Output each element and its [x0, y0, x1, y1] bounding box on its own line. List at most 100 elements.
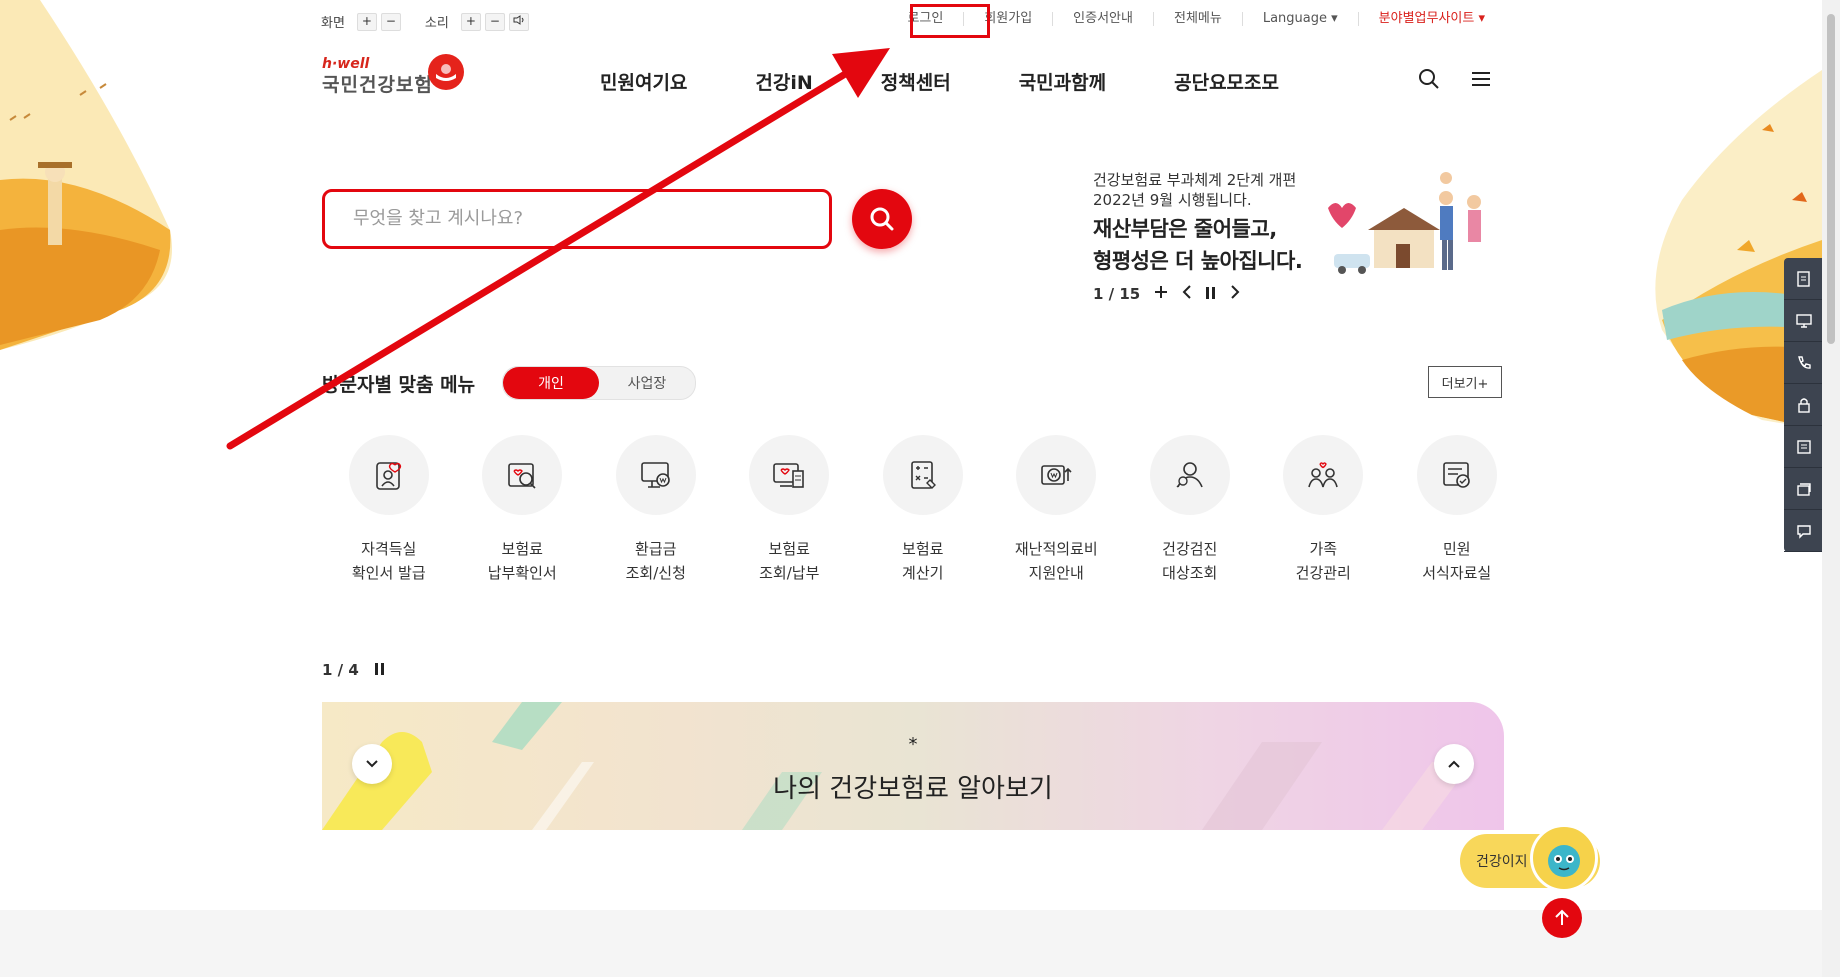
search-button[interactable] [852, 189, 912, 249]
monitor-won-icon [615, 435, 696, 515]
menu-item-refund[interactable]: 환급금 조회/신청 [589, 435, 723, 585]
id-card-icon [348, 435, 429, 515]
nav-item-civil-service[interactable]: 민원여기요 [600, 68, 687, 95]
search-input[interactable] [351, 207, 795, 230]
tab-business[interactable]: 사업장 [599, 367, 695, 399]
search-document-icon [482, 435, 563, 515]
menu-item-qualification-certificate[interactable]: 자격득실 확인서 발급 [322, 435, 456, 585]
quick-list-icon[interactable] [1784, 426, 1824, 468]
promo-banner[interactable]: 건강보험료 부과체계 2단계 개편 2022년 9월 시행됩니다. 재산부담은 … [1093, 170, 1303, 274]
pause-icon[interactable] [374, 661, 385, 679]
person-search-icon [1149, 435, 1230, 515]
scroll-to-top-button[interactable] [1542, 898, 1582, 938]
more-button[interactable]: 더보기+ [1428, 366, 1502, 398]
menu-item-label-1: 자격득실 [361, 540, 417, 558]
chevron-right-icon[interactable] [1230, 285, 1240, 303]
family-house-illustration [1328, 172, 1481, 274]
chevron-down-icon [366, 760, 378, 768]
menu-item-label-2: 계산기 [902, 564, 944, 582]
site-logo[interactable]: h·well 국민건강보험 [322, 56, 433, 97]
nav-item-health-in[interactable]: 건강iN [755, 68, 812, 95]
scrollbar-thumb[interactable] [1827, 14, 1835, 344]
nav-item-policy-center[interactable]: 정책센터 [881, 68, 951, 95]
banner-pager: 1 / 15 [1093, 285, 1141, 303]
zoom-out-button[interactable]: − [380, 12, 401, 31]
slider-controls: 1 / 4 [322, 661, 385, 679]
menu-item-health-checkup[interactable]: 건강검진 대상조회 [1123, 435, 1257, 585]
quick-service-menu: 자격득실 확인서 발급 보험료 납부확인서 환급금 조회/신청 보험료 조회/납… [322, 435, 1524, 585]
menu-item-label-2: 건강관리 [1295, 564, 1351, 582]
banner-subtitle-1: 건강보험료 부과체계 2단계 개편 [1093, 171, 1297, 189]
screen-zoom-label: 화면 [321, 16, 345, 31]
menu-item-label-1: 보험료 [501, 540, 543, 558]
banner-controls: 1 / 15 [1093, 285, 1240, 303]
menu-item-label-1: 보험료 [768, 540, 810, 558]
slider-pager: 1 / 4 [322, 661, 359, 679]
plus-icon[interactable] [1154, 285, 1168, 303]
bill-monitor-icon [749, 435, 830, 515]
business-sites-dropdown[interactable]: 분야별업무사이트 ▾ [1357, 12, 1505, 26]
menu-item-label-2: 조회/납부 [759, 564, 820, 582]
menu-item-label-2: 서식자료실 [1422, 564, 1492, 582]
pause-icon[interactable] [1206, 285, 1216, 303]
menu-item-label-2: 대상조회 [1162, 564, 1218, 582]
zoom-in-button[interactable]: + [356, 12, 377, 31]
premium-info-slider[interactable]: * 나의 건강보험료 알아보기 [322, 702, 1504, 830]
quick-lock-icon[interactable] [1784, 384, 1824, 426]
menu-item-label-2: 납부확인서 [487, 564, 557, 582]
arrow-up-icon [1555, 909, 1569, 925]
quick-cards-icon[interactable] [1784, 468, 1824, 510]
calculator-icon [882, 435, 963, 515]
login-highlight-box [910, 4, 990, 38]
menu-item-label-1: 보험료 [902, 540, 944, 558]
form-folder-icon [1416, 435, 1497, 515]
header-icons [1418, 68, 1492, 94]
menu-item-label-1: 가족 [1309, 540, 1338, 558]
menu-item-catastrophic-medical-support[interactable]: 재난적의료비 지원안내 [990, 435, 1124, 585]
quick-monitor-icon[interactable] [1784, 300, 1824, 342]
chatbot-label: 건강이지 [1476, 854, 1528, 870]
quick-side-menu [1784, 258, 1824, 552]
nav-item-with-people[interactable]: 국민과함께 [1019, 68, 1106, 95]
menu-item-label-1: 건강검진 [1162, 540, 1218, 558]
menu-item-payment-certificate[interactable]: 보험료 납부확인서 [456, 435, 590, 585]
language-dropdown[interactable]: Language ▾ [1241, 12, 1358, 26]
search-icon[interactable] [1418, 68, 1440, 94]
menu-item-label-1: 민원 [1442, 540, 1471, 558]
nav-item-corporation-info[interactable]: 공단요모조모 [1174, 68, 1279, 95]
menu-item-label-2: 조회/신청 [625, 564, 686, 582]
menu-item-label-2: 확인서 발급 [351, 564, 426, 582]
visitor-type-toggle: 개인 사업장 [502, 366, 696, 400]
all-menu-link[interactable]: 전체메뉴 [1152, 12, 1242, 26]
banner-headline-2: 형평성은 더 높아집니다. [1093, 249, 1303, 273]
quick-chat-icon[interactable] [1784, 510, 1824, 552]
quick-document-icon[interactable] [1784, 258, 1824, 300]
speaker-icon[interactable] [508, 12, 529, 31]
chevron-left-icon[interactable] [1182, 285, 1192, 303]
volume-up-button[interactable]: + [460, 12, 481, 31]
slider-background-shapes [322, 702, 1472, 830]
scrollbar[interactable] [1822, 0, 1840, 977]
banner-headline-1: 재산부담은 줄어들고, [1093, 217, 1277, 241]
autumn-field-illustration-left [0, 0, 172, 350]
menu-item-premium-calculator[interactable]: 보험료 계산기 [856, 435, 990, 585]
chatbot-mascot-icon[interactable] [1530, 824, 1598, 892]
tab-personal[interactable]: 개인 [503, 367, 599, 399]
sound-label: 소리 [424, 16, 449, 31]
menu-item-premium-payment[interactable]: 보험료 조회/납부 [723, 435, 857, 585]
logo-mascot-icon [428, 54, 464, 90]
family-icon [1283, 435, 1364, 515]
money-support-icon [1016, 435, 1097, 515]
page: 화면 + − 소리 + − 로그인 회원가입 인증서안내 전체메뉴 Langua… [0, 0, 1840, 977]
volume-down-button[interactable]: − [484, 12, 505, 31]
slider-next-button[interactable] [1434, 744, 1474, 784]
slider-prev-button[interactable] [352, 744, 392, 784]
chevron-up-icon [1448, 760, 1460, 768]
menu-item-civil-forms[interactable]: 민원 서식자료실 [1390, 435, 1524, 585]
banner-subtitle-2: 2022년 9월 시행됩니다. [1093, 191, 1252, 209]
hamburger-menu-icon[interactable] [1470, 68, 1492, 94]
menu-item-family-health[interactable]: 가족 건강관리 [1257, 435, 1391, 585]
certificate-guide-link[interactable]: 인증서안내 [1052, 12, 1153, 26]
accessibility-controls: 화면 + − 소리 + − [321, 12, 547, 31]
quick-phone-icon[interactable] [1784, 342, 1824, 384]
